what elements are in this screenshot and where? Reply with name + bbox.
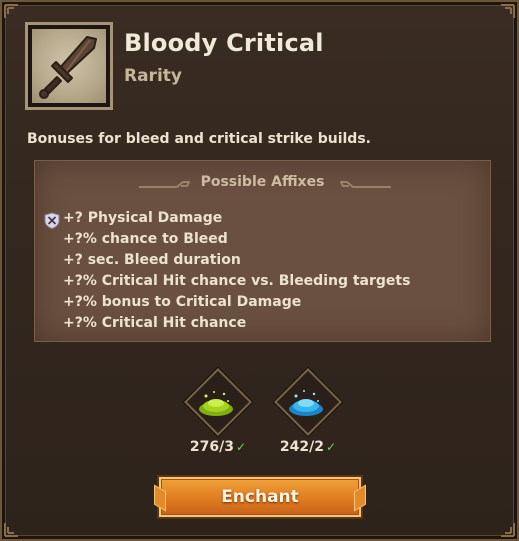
check-icon: ✓ [326, 440, 337, 454]
item-title: Bloody Critical [124, 29, 324, 57]
blue-dust-icon [289, 390, 323, 416]
affix-list: +? Physical Damage +?% chance to Bleed +… [63, 210, 410, 336]
corner-ornament [493, 4, 515, 26]
material-count: 276/3 ✓ [189, 439, 247, 455]
sword-icon [32, 29, 106, 103]
enchant-panel: Bloody Critical Rarity Bonuses for bleed… [0, 0, 519, 541]
corner-ornament [4, 4, 26, 26]
affix-item: +?% Critical Hit chance [63, 315, 247, 331]
button-wing-ornament [154, 484, 166, 512]
item-rarity: Rarity [124, 66, 182, 86]
affixes-header: Possible Affixes [200, 174, 325, 190]
flourish-ornament [340, 181, 391, 188]
item-icon-frame [25, 22, 113, 110]
affix-item: +? sec. Bleed duration [63, 252, 241, 268]
affix-item: +?% bonus to Critical Damage [63, 294, 302, 310]
possible-affixes-box: Possible Affixes +? Physical Damage +?% … [34, 160, 491, 342]
item-description: Bonuses for bleed and critical strike bu… [27, 131, 371, 147]
affix-item: +?% chance to Bleed [63, 231, 228, 247]
corner-ornament [493, 515, 515, 537]
corner-ornament [4, 515, 26, 537]
enchant-button[interactable]: Enchant [154, 477, 366, 517]
enchant-button-label: Enchant [221, 487, 299, 507]
check-icon: ✓ [236, 440, 247, 454]
green-dust-icon [199, 391, 233, 416]
material-count: 242/2 ✓ [279, 439, 337, 455]
shield-swords-icon [44, 212, 60, 229]
affix-item: +?% Critical Hit chance vs. Bleeding tar… [63, 273, 411, 289]
affix-item: +? Physical Damage [63, 210, 223, 226]
button-wing-ornament [354, 484, 366, 512]
